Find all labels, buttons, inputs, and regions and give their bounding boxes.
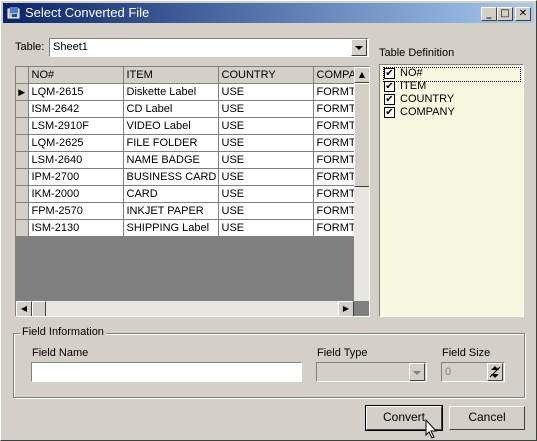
table-cell[interactable]: FILE FOLDER — [123, 134, 219, 152]
table-definition-list[interactable]: ✔ NO# ✔ ITEM ✔ COUNTRY ✔ COMPANY — [379, 64, 524, 317]
field-type-dropdown-button[interactable] — [409, 363, 425, 381]
table-cell[interactable]: USE — [218, 202, 314, 220]
table-select[interactable]: Sheet1 — [49, 38, 369, 57]
table-select-dropdown-button[interactable] — [351, 39, 367, 56]
arrow-left-icon[interactable]: ◀ — [16, 301, 32, 316]
row-header[interactable] — [16, 219, 29, 237]
table-cell[interactable]: CD Label — [123, 100, 219, 118]
table-cell[interactable]: Diskette Label — [123, 83, 219, 101]
table-cell[interactable]: INKJET PAPER — [123, 202, 219, 220]
table-row[interactable]: LSM-2910F VIDEO Label USE FORMT — [16, 117, 364, 135]
checkbox[interactable]: ✔ — [384, 68, 395, 79]
vertical-scroll-thumb[interactable] — [354, 83, 369, 187]
dialog-window: Select Converted File _ □ ✕ Table: Sheet… — [0, 0, 537, 441]
row-header[interactable] — [16, 117, 29, 135]
table-row[interactable]: ▶ LQM-2615 Diskette Label USE FORMT — [16, 83, 364, 101]
definition-item-label: ITEM — [400, 80, 427, 92]
table-row[interactable]: LQM-2625 FILE FOLDER USE FORMT — [16, 134, 364, 152]
chevron-down-icon — [413, 371, 421, 375]
definition-item-label: NO# — [400, 67, 423, 79]
table-cell[interactable]: USE — [218, 168, 314, 186]
table-cell[interactable]: USE — [218, 185, 314, 203]
field-name-label: Field Name — [32, 347, 89, 359]
field-name-input[interactable] — [31, 362, 302, 382]
field-type-label: Field Type — [317, 347, 368, 359]
column-header[interactable]: ITEM — [123, 67, 219, 84]
table-row[interactable]: ISM-2130 SHIPPING Label USE FORMT — [16, 219, 364, 237]
data-grid[interactable]: NO# ITEM COUNTRY COMPA ▶ LQM-2615 Diskette… — [15, 66, 370, 317]
grid-header-row: NO# ITEM COUNTRY COMPA — [16, 67, 364, 84]
table-cell[interactable]: USE — [218, 100, 314, 118]
table-cell[interactable]: IKM-2000 — [28, 185, 124, 203]
row-header[interactable] — [16, 134, 29, 152]
table-row[interactable]: IPM-2700 BUSINESS CARD USE FORMT — [16, 168, 364, 186]
table-cell[interactable]: USE — [218, 117, 314, 135]
table-cell[interactable]: LQM-2615 — [28, 83, 124, 101]
horizontal-scrollbar[interactable]: ◀ ▶ — [16, 301, 354, 316]
table-cell[interactable]: ISM-2642 — [28, 100, 124, 118]
table-cell[interactable]: LQM-2625 — [28, 134, 124, 152]
title-bar[interactable]: Select Converted File _ □ ✕ — [3, 3, 534, 23]
vertical-scrollbar[interactable]: ▲ — [354, 67, 369, 301]
column-header[interactable]: COUNTRY — [218, 67, 314, 84]
table-row[interactable]: FPM-2570 INKJET PAPER USE FORMT — [16, 202, 364, 220]
checkbox[interactable]: ✔ — [384, 107, 395, 118]
table-cell[interactable]: CARD — [123, 185, 219, 203]
grid-table: NO# ITEM COUNTRY COMPA ▶ LQM-2615 Diskette… — [16, 67, 364, 237]
table-cell[interactable]: IPM-2700 — [28, 168, 124, 186]
checkbox[interactable]: ✔ — [384, 94, 395, 105]
minimize-button[interactable]: _ — [481, 7, 497, 21]
close-button[interactable]: ✕ — [515, 7, 531, 21]
table-cell[interactable]: VIDEO Label — [123, 117, 219, 135]
row-header[interactable] — [16, 185, 29, 203]
field-size-input[interactable]: 0 — [441, 362, 505, 382]
table-cell[interactable]: USE — [218, 83, 314, 101]
app-icon — [7, 7, 20, 19]
table-cell[interactable]: LSM-2910F — [28, 117, 124, 135]
table-cell[interactable]: USE — [218, 134, 314, 152]
field-size-label: Field Size — [442, 347, 491, 359]
checkbox[interactable]: ✔ — [384, 81, 395, 92]
horizontal-scroll-thumb[interactable] — [32, 301, 46, 316]
table-cell[interactable]: LSM-2640 — [28, 151, 124, 169]
table-cell[interactable]: BUSINESS CARD — [123, 168, 219, 186]
field-type-select[interactable] — [316, 362, 427, 382]
field-information-label: Field Information — [20, 326, 106, 338]
arrow-right-icon[interactable]: ▶ — [338, 301, 354, 316]
row-header[interactable] — [16, 151, 29, 169]
table-cell[interactable]: SHIPPING Label — [123, 219, 219, 237]
row-header[interactable] — [16, 100, 29, 118]
field-size-value: 0 — [445, 366, 452, 378]
table-row[interactable]: ISM-2642 CD Label USE FORMT — [16, 100, 364, 118]
row-header[interactable]: ▶ — [16, 83, 29, 101]
spin-arrows — [489, 366, 501, 378]
table-definition-label: Table Definition — [379, 47, 455, 59]
maximize-button[interactable]: □ — [497, 7, 513, 21]
chevron-down-icon — [355, 46, 363, 50]
table-cell[interactable]: USE — [218, 151, 314, 169]
table-row[interactable]: LSM-2640 NAME BADGE USE FORMT — [16, 151, 364, 169]
table-cell[interactable]: NAME BADGE — [123, 151, 219, 169]
cancel-button[interactable]: Cancel — [449, 406, 525, 430]
arrow-up-icon[interactable]: ▲ — [354, 67, 369, 83]
table-select-value: Sheet1 — [53, 41, 88, 53]
table-label: Table: — [15, 41, 45, 53]
table-cell[interactable]: FPM-2570 — [28, 202, 124, 220]
table-cell[interactable]: ISM-2130 — [28, 219, 124, 237]
table-row[interactable]: IKM-2000 CARD USE FORMT — [16, 185, 364, 203]
grid-corner — [16, 67, 29, 84]
column-header[interactable]: NO# — [28, 67, 124, 84]
definition-item-label: COUNTRY — [400, 93, 455, 105]
definition-item-label: COMPANY — [400, 106, 455, 118]
mouse-cursor-icon — [425, 419, 438, 439]
window-title: Select Converted File — [25, 5, 150, 20]
row-header[interactable] — [16, 202, 29, 220]
row-header[interactable] — [16, 168, 29, 186]
spin-icon[interactable] — [487, 363, 503, 381]
table-cell[interactable]: USE — [218, 219, 314, 237]
